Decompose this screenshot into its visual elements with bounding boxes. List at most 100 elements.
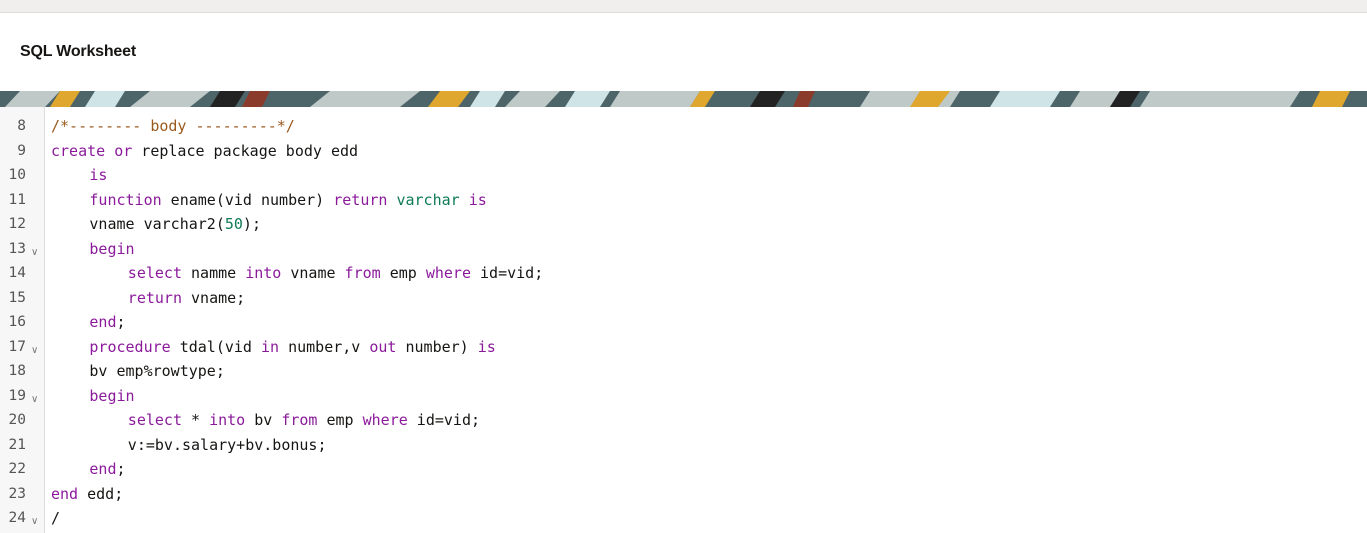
line-number: 23 <box>8 485 26 502</box>
line-number: 8 <box>17 118 26 134</box>
code-token: varchar <box>396 190 460 209</box>
line-number: 11 <box>8 191 26 208</box>
code-token: bv emp%rowtype; <box>89 362 225 380</box>
decorative-banner <box>0 91 1367 107</box>
code-token: procedure <box>89 337 171 356</box>
code-token: number) <box>396 337 478 356</box>
code-token: / <box>51 509 61 527</box>
code-token: return <box>127 288 182 307</box>
code-line[interactable]: 19 ∨ begin <box>0 384 1367 409</box>
line-number: 24 <box>8 510 26 526</box>
code-line[interactable]: 8 /*-------- body ---------*/ <box>0 114 1367 139</box>
code-text: end; <box>51 310 126 335</box>
code-line[interactable]: 21 v:=bv.salary+bv.bonus; <box>0 433 1367 458</box>
code-token: vname <box>281 264 345 282</box>
code-line[interactable]: 11 function ename(vid number) return varc… <box>0 188 1367 213</box>
code-text: create or replace package body edd <box>51 139 358 164</box>
code-token: out <box>369 337 397 356</box>
code-token: or <box>114 141 133 160</box>
line-number: 9 <box>17 142 26 159</box>
code-token: 50 <box>224 215 243 233</box>
code-line[interactable]: 22 end; <box>0 457 1367 482</box>
code-token: is <box>468 190 487 209</box>
code-token: namme <box>181 264 246 282</box>
code-text: end edd; <box>51 482 123 507</box>
code-token: id=vid; <box>407 411 481 429</box>
code-text: v:=bv.salary+bv.bonus; <box>51 433 327 458</box>
code-token: end <box>89 460 117 478</box>
code-line[interactable]: 17 ∨ procedure tdal(vid in number,v out nu… <box>0 335 1367 360</box>
code-line[interactable]: 20 select * into bv from emp where id=vid… <box>0 408 1367 433</box>
line-number: 13 <box>8 240 26 257</box>
code-token: edd; <box>78 484 124 503</box>
code-token: ; <box>116 460 126 478</box>
sql-code-editor[interactable]: 8 /*-------- body ---------*/ 9 create or r… <box>0 107 1367 533</box>
line-number: 16 <box>8 314 26 330</box>
code-line[interactable]: 15 return vname; <box>0 286 1367 311</box>
code-text: /*-------- body ---------*/ <box>51 114 295 139</box>
code-line[interactable]: 13 ∨ begin <box>0 237 1367 262</box>
line-number: 18 <box>8 363 26 379</box>
code-token: return <box>333 190 388 209</box>
code-text: function ename(vid number) return varcha… <box>51 188 487 213</box>
code-token: into <box>209 411 246 429</box>
code-line[interactable]: 24 ∨ / <box>0 506 1367 531</box>
code-token: id=vid; <box>470 264 544 282</box>
fold-chevron-icon[interactable]: ∨ <box>31 510 38 533</box>
code-token: v:=bv.salary+bv.bonus; <box>127 435 327 454</box>
code-line[interactable]: 16 end; <box>0 310 1367 335</box>
line-number: 10 <box>8 167 26 183</box>
code-token: end <box>89 313 117 331</box>
code-line[interactable]: 23 end edd; <box>0 482 1367 507</box>
line-number: 17 <box>8 338 26 355</box>
code-token: vname varchar2( <box>89 215 225 233</box>
code-text: bv emp%rowtype; <box>51 359 225 384</box>
code-text: select namme into vname from emp where i… <box>51 261 543 286</box>
code-token: emp <box>317 411 363 429</box>
code-text: end; <box>51 457 126 482</box>
code-token: replace package body edd <box>132 141 359 160</box>
code-token: ename(vid number) <box>161 190 334 209</box>
code-token: emp <box>380 264 426 282</box>
code-line[interactable]: 9 create or replace package body edd <box>0 139 1367 164</box>
code-token: select <box>127 264 182 282</box>
code-token: vname; <box>181 288 246 307</box>
code-token: from <box>281 411 318 429</box>
code-text: vname varchar2(50); <box>51 212 261 237</box>
code-token: is <box>89 166 108 184</box>
code-line[interactable]: 12 vname varchar2(50); <box>0 212 1367 237</box>
line-number: 19 <box>8 387 26 404</box>
code-token: ; <box>116 313 126 331</box>
code-line[interactable]: 18 bv emp%rowtype; <box>0 359 1367 384</box>
line-number: 14 <box>8 265 26 281</box>
code-token: /*-------- body ---------*/ <box>51 117 295 135</box>
code-token: tdal(vid <box>170 337 261 356</box>
worksheet-header: SQL Worksheet <box>0 13 1367 91</box>
code-text: begin <box>51 237 135 262</box>
browser-top-strip <box>0 0 1367 13</box>
code-token: bv <box>245 411 282 429</box>
code-text: procedure tdal(vid in number,v out numbe… <box>51 335 496 360</box>
code-token: into <box>245 264 282 282</box>
line-number: 15 <box>8 289 26 306</box>
code-text: return vname; <box>51 286 245 311</box>
line-number: 21 <box>8 436 26 453</box>
line-number: 22 <box>8 461 26 477</box>
code-token: begin <box>89 239 135 258</box>
code-line[interactable]: 14 select namme into vname from emp where… <box>0 261 1367 286</box>
code-token: where <box>425 264 471 282</box>
code-text: is <box>51 163 107 188</box>
code-lines: 8 /*-------- body ---------*/ 9 create or r… <box>0 114 1367 531</box>
code-text: begin <box>51 384 135 409</box>
code-token: end <box>51 484 79 503</box>
code-token: in <box>260 337 280 356</box>
code-token: where <box>362 411 408 429</box>
line-number: 12 <box>8 216 26 232</box>
code-token: number,v <box>279 337 370 356</box>
code-line[interactable]: 10 is <box>0 163 1367 188</box>
code-token: function <box>89 190 162 209</box>
code-token: begin <box>89 386 135 405</box>
code-token: is <box>477 337 496 356</box>
